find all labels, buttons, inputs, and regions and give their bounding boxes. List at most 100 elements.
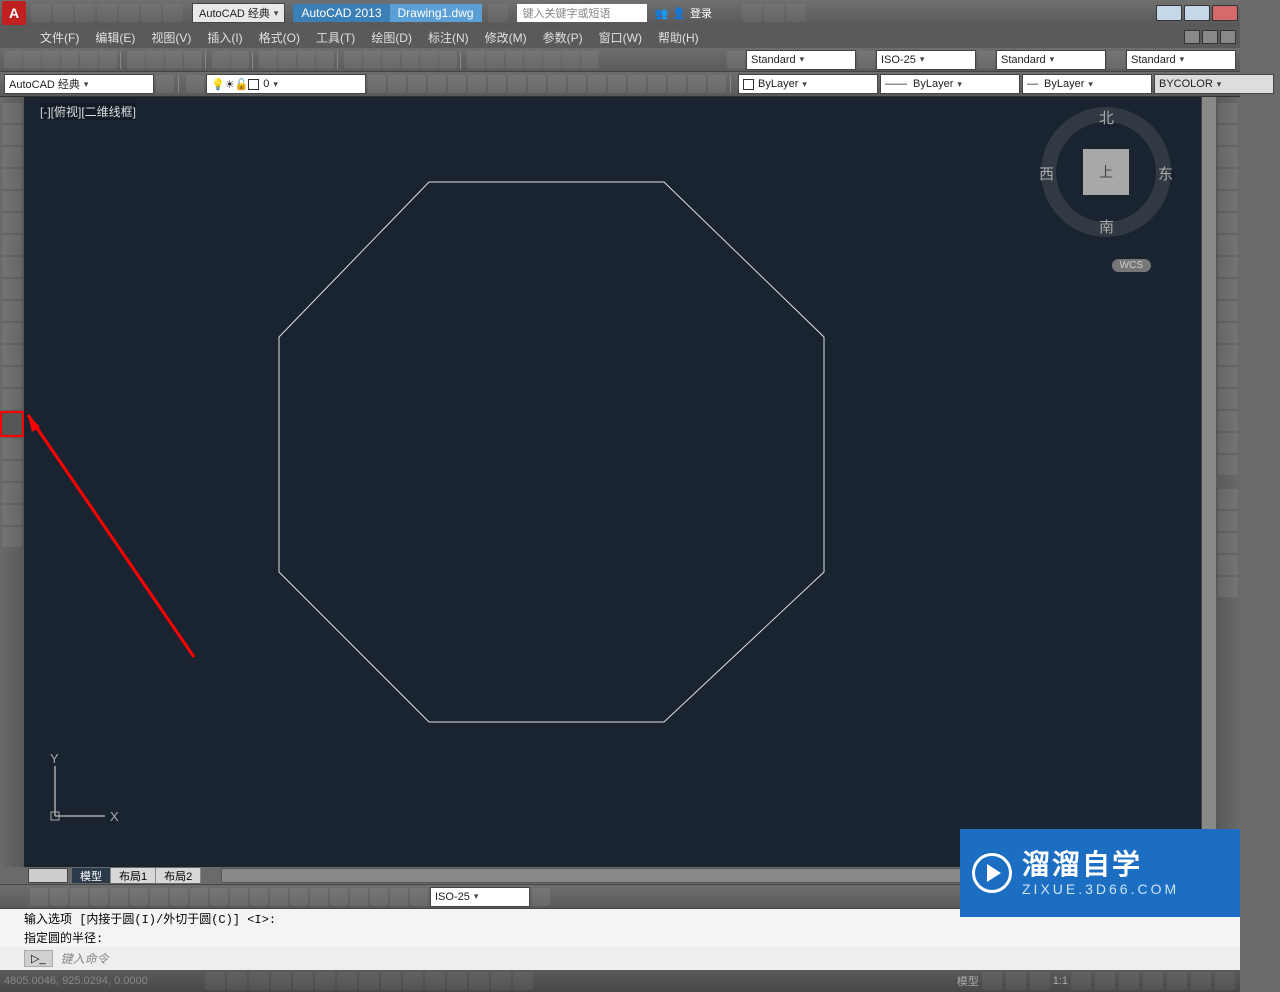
region-icon[interactable] bbox=[2, 461, 22, 481]
layerfreeze2-icon[interactable] bbox=[448, 75, 466, 93]
arrow-icon[interactable] bbox=[488, 4, 508, 22]
layerunlock-icon[interactable] bbox=[528, 75, 546, 93]
command-input[interactable]: 键入命令 bbox=[57, 949, 1236, 968]
layeroff2-icon[interactable] bbox=[468, 75, 486, 93]
otrack-toggle[interactable] bbox=[337, 972, 357, 990]
menu-edit[interactable]: 编辑(E) bbox=[87, 27, 143, 48]
menu-tools[interactable]: 工具(T) bbox=[308, 27, 363, 48]
menu-help[interactable]: 帮助(H) bbox=[650, 27, 707, 48]
chamfer-icon[interactable] bbox=[1218, 389, 1238, 409]
quickcalc-icon[interactable] bbox=[439, 51, 457, 69]
annotation-scale[interactable]: 1:1 bbox=[1053, 975, 1068, 987]
spline-icon[interactable] bbox=[2, 279, 22, 299]
layermerge-icon[interactable] bbox=[588, 75, 606, 93]
mleaderstyle-dropdown[interactable]: Standard bbox=[1126, 50, 1236, 70]
layeron-icon[interactable] bbox=[488, 75, 506, 93]
block-icon[interactable] bbox=[2, 367, 22, 387]
mdi-close-button[interactable] bbox=[1220, 30, 1236, 44]
rectangle-icon[interactable] bbox=[2, 191, 22, 211]
dimbreak-icon[interactable] bbox=[270, 888, 288, 906]
model-tab[interactable]: 模型 bbox=[72, 868, 111, 883]
dimjogged-icon[interactable] bbox=[130, 888, 148, 906]
lineweight-dropdown[interactable]: —ByLayer bbox=[1022, 74, 1152, 94]
help-icon[interactable] bbox=[786, 4, 806, 22]
qat-new-icon[interactable] bbox=[31, 4, 51, 22]
fillet-icon[interactable] bbox=[1218, 411, 1238, 431]
layerstate2-icon[interactable] bbox=[408, 75, 426, 93]
explode-icon[interactable] bbox=[1218, 455, 1238, 475]
join-icon[interactable] bbox=[1218, 367, 1238, 387]
menu-dimension[interactable]: 标注(N) bbox=[420, 27, 477, 48]
inspect-icon[interactable] bbox=[330, 888, 348, 906]
print-icon[interactable] bbox=[61, 51, 79, 69]
compass-south[interactable]: 南 bbox=[1099, 216, 1114, 237]
draworder-back-icon[interactable] bbox=[1218, 511, 1238, 531]
sheetset-icon[interactable] bbox=[401, 51, 419, 69]
revcloud-icon[interactable] bbox=[2, 257, 22, 277]
polygon-icon[interactable] bbox=[2, 169, 22, 189]
copy-obj-icon[interactable] bbox=[1218, 125, 1238, 145]
menu-window[interactable]: 窗口(W) bbox=[591, 27, 650, 48]
dimlinear-icon[interactable] bbox=[30, 888, 48, 906]
dimcontinue-icon[interactable] bbox=[230, 888, 248, 906]
layermatch2-icon[interactable] bbox=[368, 75, 386, 93]
move-icon[interactable] bbox=[1218, 213, 1238, 233]
workspace-dropdown-2[interactable]: AutoCAD 经典 bbox=[4, 74, 154, 94]
quickview-drawings-icon[interactable] bbox=[1006, 972, 1026, 990]
mdi-restore-button[interactable] bbox=[1202, 30, 1218, 44]
app-logo[interactable]: A bbox=[2, 1, 26, 25]
close-button[interactable] bbox=[1212, 5, 1238, 21]
snap-toggle[interactable] bbox=[205, 972, 225, 990]
status-model[interactable]: 模型 bbox=[957, 973, 979, 989]
tolerance-icon[interactable] bbox=[290, 888, 308, 906]
circle-icon[interactable] bbox=[2, 235, 22, 255]
menu-modify[interactable]: 修改(M) bbox=[477, 27, 535, 48]
matchprop-icon[interactable] bbox=[184, 51, 202, 69]
offset-icon[interactable] bbox=[1218, 169, 1238, 189]
rotate-icon[interactable] bbox=[1218, 235, 1238, 255]
copytolayer-icon[interactable] bbox=[628, 75, 646, 93]
menu-draw[interactable]: 绘图(D) bbox=[363, 27, 420, 48]
point-icon[interactable] bbox=[2, 389, 22, 409]
wcs-badge[interactable]: WCS bbox=[1112, 259, 1151, 272]
compass-north[interactable]: 北 bbox=[1099, 107, 1114, 128]
erase-icon[interactable] bbox=[1218, 103, 1238, 123]
annovis-icon[interactable] bbox=[1071, 972, 1091, 990]
quickview-layouts-icon[interactable] bbox=[982, 972, 1002, 990]
insert-icon[interactable] bbox=[2, 345, 22, 365]
preview-icon[interactable] bbox=[80, 51, 98, 69]
trim-icon[interactable] bbox=[1218, 301, 1238, 321]
menu-insert[interactable]: 插入(I) bbox=[199, 27, 250, 48]
layerstate-icon[interactable] bbox=[486, 51, 504, 69]
cleanscreen-icon[interactable] bbox=[1215, 972, 1235, 990]
designcenter-icon[interactable] bbox=[363, 51, 381, 69]
workspace-dropdown[interactable]: AutoCAD 经典 bbox=[192, 3, 285, 23]
polyline-icon[interactable] bbox=[2, 147, 22, 167]
isolate-icon[interactable] bbox=[708, 75, 726, 93]
dimtedit-icon[interactable] bbox=[390, 888, 408, 906]
isolate-objects-icon[interactable] bbox=[1191, 972, 1211, 990]
dimstyle-dropdown[interactable]: ISO-25 bbox=[876, 50, 976, 70]
textfront-icon[interactable] bbox=[1218, 577, 1238, 597]
vpfreeze-icon[interactable] bbox=[668, 75, 686, 93]
toolpalette-icon[interactable] bbox=[382, 51, 400, 69]
tablestyle-dropdown[interactable]: Standard bbox=[996, 50, 1106, 70]
annoauto-icon[interactable] bbox=[1095, 972, 1115, 990]
new-icon[interactable] bbox=[4, 51, 22, 69]
paste-icon[interactable] bbox=[165, 51, 183, 69]
qp-toggle[interactable] bbox=[447, 972, 467, 990]
pan-icon[interactable] bbox=[259, 51, 277, 69]
polar-toggle[interactable] bbox=[271, 972, 291, 990]
draworder-below-icon[interactable] bbox=[1218, 555, 1238, 575]
line-icon[interactable] bbox=[2, 103, 22, 123]
layout1-tab[interactable]: 布局1 bbox=[111, 868, 156, 883]
layeriso2-icon[interactable] bbox=[428, 75, 446, 93]
xline-icon[interactable] bbox=[2, 125, 22, 145]
addselected-icon[interactable] bbox=[2, 527, 22, 547]
coordinates-display[interactable]: 4805.0046, 925.0294, 0.0000 bbox=[4, 975, 204, 987]
dimstyle-combo[interactable]: ISO-25 bbox=[430, 887, 530, 907]
layout-nav-buttons[interactable] bbox=[28, 868, 68, 883]
dimedit-icon[interactable] bbox=[370, 888, 388, 906]
save-icon[interactable] bbox=[42, 51, 60, 69]
ducs-toggle[interactable] bbox=[359, 972, 379, 990]
